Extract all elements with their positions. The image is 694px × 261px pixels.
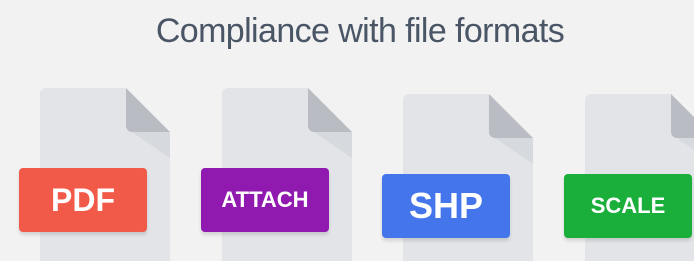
attach-format-badge: ATTACH	[201, 168, 329, 232]
page: Compliance with file formats PDF ATTACH …	[0, 0, 694, 261]
shp-format-badge: SHP	[382, 174, 510, 238]
pdf-format-badge: PDF	[19, 168, 147, 232]
page-title: Compliance with file formats	[155, 12, 565, 50]
scale-format-badge: SCALE	[564, 174, 692, 238]
